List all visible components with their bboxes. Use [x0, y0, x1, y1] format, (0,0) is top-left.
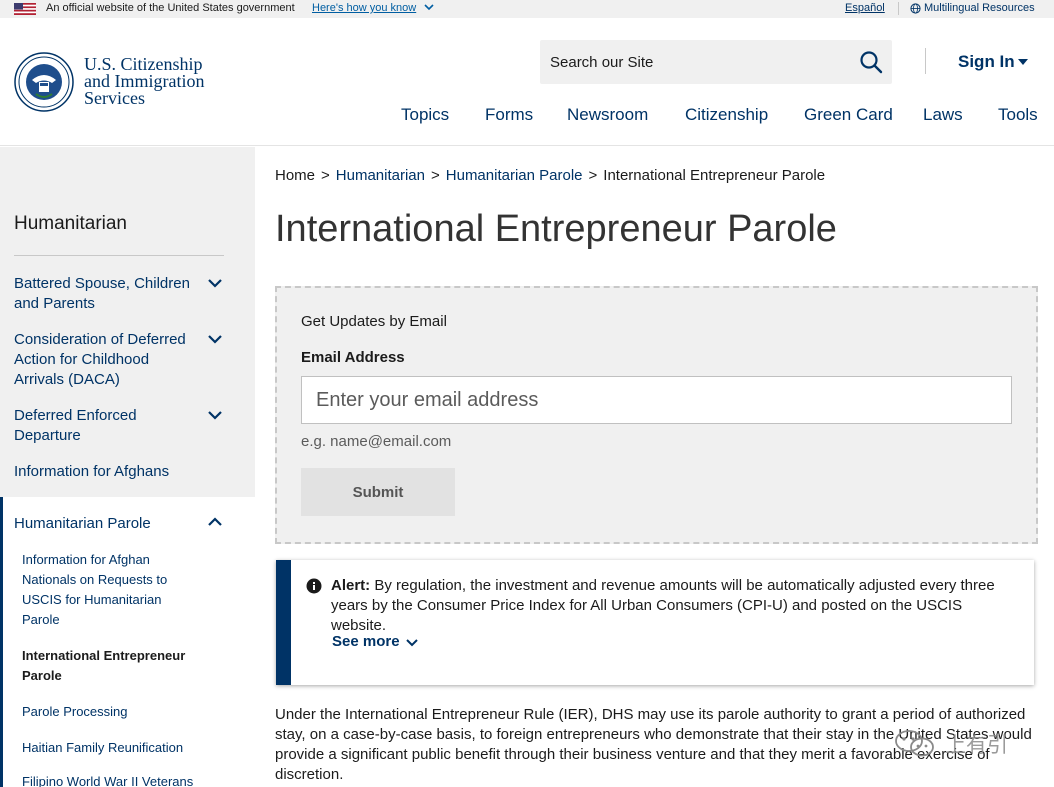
search-icon[interactable]: [858, 49, 884, 75]
multilingual-resources-link[interactable]: Multilingual Resources: [924, 2, 1035, 14]
info-icon: [306, 578, 322, 594]
breadcrumb-separator: >: [588, 167, 598, 184]
sidebar-divider: [14, 255, 224, 256]
site-header: U.S. Citizenship and Immigration Service…: [0, 18, 1054, 146]
intro-paragraph: Under the International Entrepreneur Rul…: [275, 706, 1032, 783]
site-search: [540, 40, 892, 84]
globe-icon: [910, 3, 921, 14]
espanol-link[interactable]: Español: [845, 2, 885, 14]
breadcrumb-humanitarian-parole[interactable]: Humanitarian Parole: [446, 167, 583, 184]
sidebar-active-accent: [0, 497, 3, 787]
chevron-down-icon[interactable]: [405, 638, 419, 648]
page-title: International Entrepreneur Parole: [275, 208, 837, 250]
sign-in-button[interactable]: Sign In: [958, 52, 1015, 72]
nav-topics[interactable]: Topics: [401, 105, 449, 125]
logo-line: Services: [84, 88, 145, 108]
banner-divider: [898, 2, 899, 15]
email-hint: e.g. name@email.com: [301, 433, 452, 450]
dhs-seal-logo[interactable]: [14, 52, 74, 112]
uscis-wordmark[interactable]: U.S. Citizenship and Immigration Service…: [84, 55, 244, 108]
chevron-down-icon[interactable]: [207, 277, 223, 289]
sidebar-title[interactable]: Humanitarian: [14, 213, 127, 235]
subnav-item-filipino-veterans[interactable]: Filipino World War II Veterans: [22, 772, 202, 787]
header-divider: [925, 48, 926, 74]
sidebar-item-battered-spouse[interactable]: Battered Spouse, Children and Parents: [14, 274, 199, 314]
chevron-down-icon[interactable]: [207, 409, 223, 421]
subnav-item-international-entrepreneur[interactable]: International Entrepreneur Parole: [22, 646, 202, 686]
sidebar-item-daca[interactable]: Consideration of Deferred Action for Chi…: [14, 330, 199, 390]
official-site-text: An official website of the United States…: [46, 2, 295, 14]
breadcrumb-home[interactable]: Home: [275, 167, 315, 184]
sidebar-item-humanitarian-parole[interactable]: Humanitarian Parole: [14, 514, 199, 534]
breadcrumb-separator: >: [321, 167, 330, 184]
alert-message: Alert: By regulation, the investment and…: [331, 576, 1021, 636]
submit-button[interactable]: Submit: [301, 468, 455, 516]
nav-laws[interactable]: Laws: [923, 105, 963, 125]
us-flag-icon: [14, 3, 36, 15]
nav-green-card[interactable]: Green Card: [804, 105, 893, 125]
gov-banner: An official website of the United States…: [0, 0, 1054, 18]
search-input[interactable]: [540, 40, 840, 84]
nav-newsroom[interactable]: Newsroom: [567, 105, 648, 125]
breadcrumb-current: International Entrepreneur Parole: [603, 167, 826, 184]
updates-heading: Get Updates by Email: [301, 313, 447, 330]
caret-down-icon[interactable]: [1017, 57, 1029, 67]
chevron-down-icon[interactable]: [207, 333, 223, 345]
sidebar-item-afghans[interactable]: Information for Afghans: [14, 462, 199, 482]
alert-accent-bar: [276, 560, 291, 685]
nav-forms[interactable]: Forms: [485, 105, 533, 125]
subnav-item-afghan-nationals[interactable]: Information for Afghan Nationals on Requ…: [22, 550, 202, 630]
sidebar-item-ded[interactable]: Deferred Enforced Departure: [14, 406, 199, 446]
chevron-up-icon[interactable]: [207, 516, 223, 528]
subnav-item-haitian-family[interactable]: Haitian Family Reunification: [22, 738, 202, 758]
nav-citizenship[interactable]: Citizenship: [685, 105, 768, 125]
chevron-down-icon[interactable]: [423, 1, 435, 13]
email-label: Email Address: [301, 349, 405, 366]
email-field[interactable]: [301, 376, 1012, 424]
see-more-button[interactable]: See more: [332, 633, 400, 650]
alert-label: Alert:: [331, 577, 371, 594]
how-you-know-link[interactable]: Here's how you know: [312, 2, 416, 14]
breadcrumb-separator: >: [431, 167, 440, 184]
nav-tools[interactable]: Tools: [998, 105, 1038, 125]
breadcrumb: Home > Humanitarian > Humanitarian Parole > In…: [275, 167, 825, 184]
breadcrumb-humanitarian[interactable]: Humanitarian: [336, 167, 425, 184]
subnav-item-parole-processing[interactable]: Parole Processing: [22, 702, 202, 722]
alert-body: By regulation, the investment and revenu…: [331, 577, 995, 634]
